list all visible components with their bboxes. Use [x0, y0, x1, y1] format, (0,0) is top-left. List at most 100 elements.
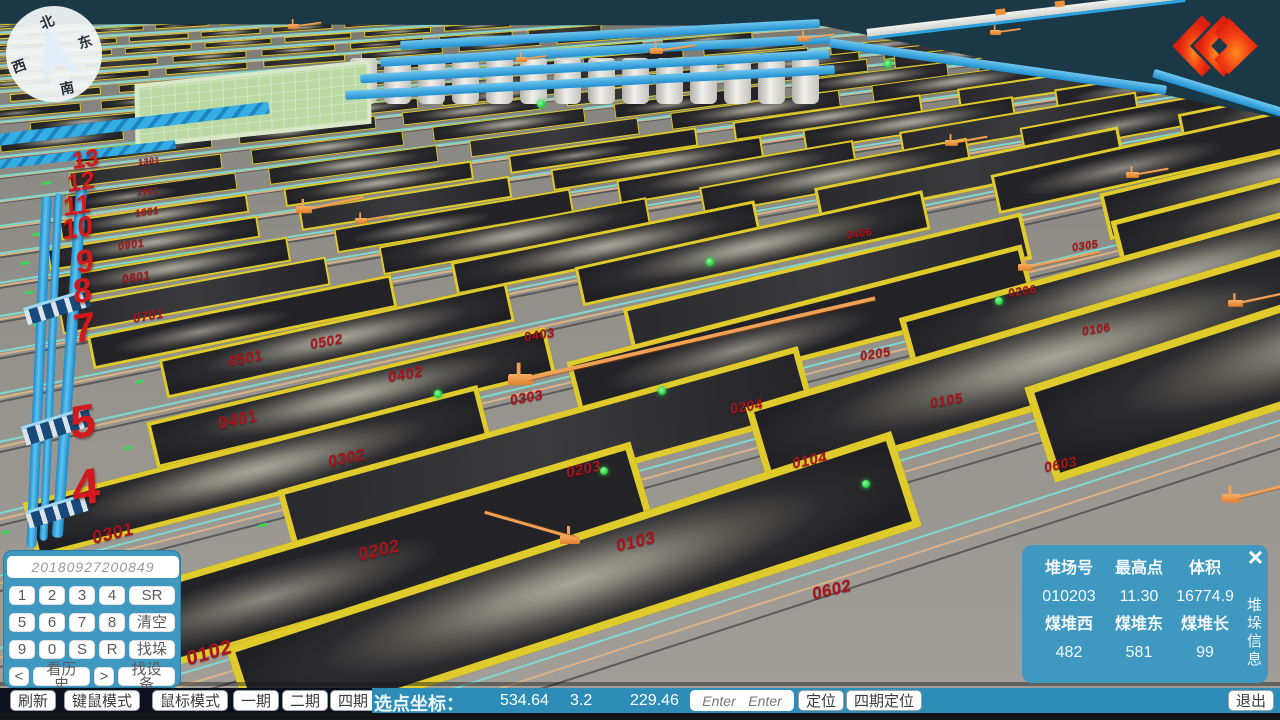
info-header-cell: 煤堆西 [1032, 615, 1106, 635]
keypad-button-0[interactable]: 0 [39, 640, 65, 659]
status-dot [884, 60, 892, 68]
keypad-row: 5678清空 [7, 613, 177, 632]
keypad-button-S[interactable]: S [69, 640, 95, 659]
info-header-cell: 堆场号 [1032, 559, 1106, 579]
company-logo-icon [1168, 12, 1268, 85]
status-dot [537, 100, 545, 108]
stacker-mast [1233, 293, 1235, 301]
stacker-reclaimer[interactable] [1228, 300, 1243, 307]
info-value-cell: 16774.9 [1172, 587, 1238, 607]
keypad-button-找设备[interactable]: 找设备 [118, 667, 175, 686]
keypad-button-清空[interactable]: 清空 [129, 613, 175, 632]
toolbar-button-鼠标模式[interactable]: 鼠标模式 [152, 690, 228, 711]
status-dot [600, 467, 608, 475]
stacker-reclaimer[interactable] [508, 374, 533, 385]
info-value-cell: 11.30 [1106, 587, 1172, 607]
keypad-button-7[interactable]: 7 [69, 613, 95, 632]
keypad-button-<[interactable]: < [9, 667, 29, 686]
toolbar-right-group: 选点坐标： 退出 534.64 3.2 229.46 定位四期定位 [372, 688, 1280, 713]
keypad-button-6[interactable]: 6 [39, 613, 65, 632]
status-dot [658, 387, 666, 395]
keypad-button-5[interactable]: 5 [9, 613, 35, 632]
stacker-reclaimer[interactable] [1126, 172, 1139, 178]
stacker-reclaimer[interactable] [945, 140, 958, 146]
toolbar-button-定位[interactable]: 定位 [798, 690, 844, 711]
info-value-cell: 581 [1106, 643, 1172, 663]
keypad-button-9[interactable]: 9 [9, 640, 35, 659]
info-value-cell: 99 [1172, 643, 1238, 663]
exit-button[interactable]: 退出 [1228, 690, 1274, 711]
toolbar-button-四期[interactable]: 四期 [330, 690, 376, 711]
keypad-panel: 1234SR5678清空90SR找垛<看历史>找设备 [3, 550, 181, 688]
status-dot [862, 480, 870, 488]
info-header-cell: 最高点 [1106, 559, 1172, 579]
selected-point-coords-label: 选点坐标： [374, 690, 464, 716]
stacker-mast [359, 213, 361, 219]
keypad-button-找垛[interactable]: 找垛 [129, 640, 175, 659]
close-icon[interactable]: × [1248, 543, 1263, 572]
keypad-button-看历史[interactable]: 看历史 [33, 667, 90, 686]
keypad-button-4[interactable]: 4 [99, 586, 125, 605]
stack-info-grid: 堆场号最高点体积01020311.3016774.9煤堆西煤堆东煤堆长48258… [1032, 559, 1238, 663]
coord-value-2: 3.2 [570, 692, 592, 710]
keypad-button-2[interactable]: 2 [39, 586, 65, 605]
toolbar-button-四期定位[interactable]: 四期定位 [846, 690, 922, 711]
stacker-mast [655, 42, 657, 49]
silo [758, 60, 785, 104]
coord-value-3: 229.46 [630, 692, 679, 710]
compass: 北 东 南 西 [6, 6, 102, 102]
keypad-button-SR[interactable]: SR [129, 586, 175, 605]
keypad-row: 1234SR [7, 586, 177, 605]
toolbar-button-一期[interactable]: 一期 [233, 690, 279, 711]
stacker-reclaimer[interactable] [296, 206, 312, 213]
coord-value-1: 534.64 [500, 692, 549, 710]
stacker-mast [950, 134, 952, 141]
stacker-reclaimer[interactable] [990, 30, 1001, 35]
keypad-button-1[interactable]: 1 [9, 586, 35, 605]
stacker-mast [292, 19, 294, 25]
info-header-cell: 体积 [1172, 559, 1238, 579]
stacker-reclaimer[interactable] [355, 218, 367, 223]
status-dot [995, 297, 1003, 305]
stacker-reclaimer[interactable] [1018, 264, 1033, 271]
stacker-mast [302, 199, 304, 207]
stacker-mast [1023, 257, 1025, 265]
row-number-label: 4 [71, 456, 102, 519]
stacker-reclaimer[interactable] [1222, 494, 1241, 503]
keypad-row: <看历史>找设备 [7, 667, 177, 686]
keypad-row: 90SR找垛 [7, 640, 177, 659]
toolbar-bottom-strip [0, 713, 1280, 720]
info-header-cell: 煤堆东 [1106, 615, 1172, 635]
stacker-reclaimer[interactable] [560, 535, 580, 544]
stacker-mast [520, 52, 522, 58]
stack-info-panel: 堆场号最高点体积01020311.3016774.9煤堆西煤堆东煤堆长48258… [1022, 545, 1268, 683]
keypad-button-R[interactable]: R [99, 640, 125, 659]
row-number-label: 7 [72, 304, 96, 353]
stacker-reclaimer[interactable] [288, 24, 299, 29]
info-header-cell: 煤堆长 [1172, 615, 1238, 635]
keypad-button-3[interactable]: 3 [69, 586, 95, 605]
enter-input-2[interactable] [736, 690, 794, 711]
stacker-mast [517, 363, 521, 376]
toolbar-button-键鼠模式[interactable]: 键鼠模式 [64, 690, 140, 711]
toolbar-button-刷新[interactable]: 刷新 [10, 690, 56, 711]
stacker-mast [1229, 485, 1232, 495]
status-dot [706, 258, 714, 266]
info-value-cell: 482 [1032, 643, 1106, 663]
row-number-label: 5 [69, 392, 97, 450]
toolbar-left-group: 刷新键鼠模式鼠标模式一期二期四期 [0, 688, 372, 713]
stacker-reclaimer[interactable] [798, 36, 810, 41]
silo [690, 60, 717, 104]
toolbar-button-二期[interactable]: 二期 [282, 690, 328, 711]
silo [724, 60, 751, 104]
coal-yard-3d-app: 1312111098754130111011001090108010701050… [0, 0, 1280, 720]
stack-info-side-label: 堆垛信息 [1246, 597, 1263, 669]
stacker-mast [802, 31, 804, 37]
history-input[interactable] [7, 556, 179, 578]
stacker-reclaimer[interactable] [516, 57, 527, 62]
silo [418, 60, 445, 104]
keypad-button->[interactable]: > [94, 667, 114, 686]
stacker-mast [1131, 166, 1133, 173]
keypad-button-8[interactable]: 8 [99, 613, 125, 632]
stacker-reclaimer[interactable] [650, 48, 663, 54]
